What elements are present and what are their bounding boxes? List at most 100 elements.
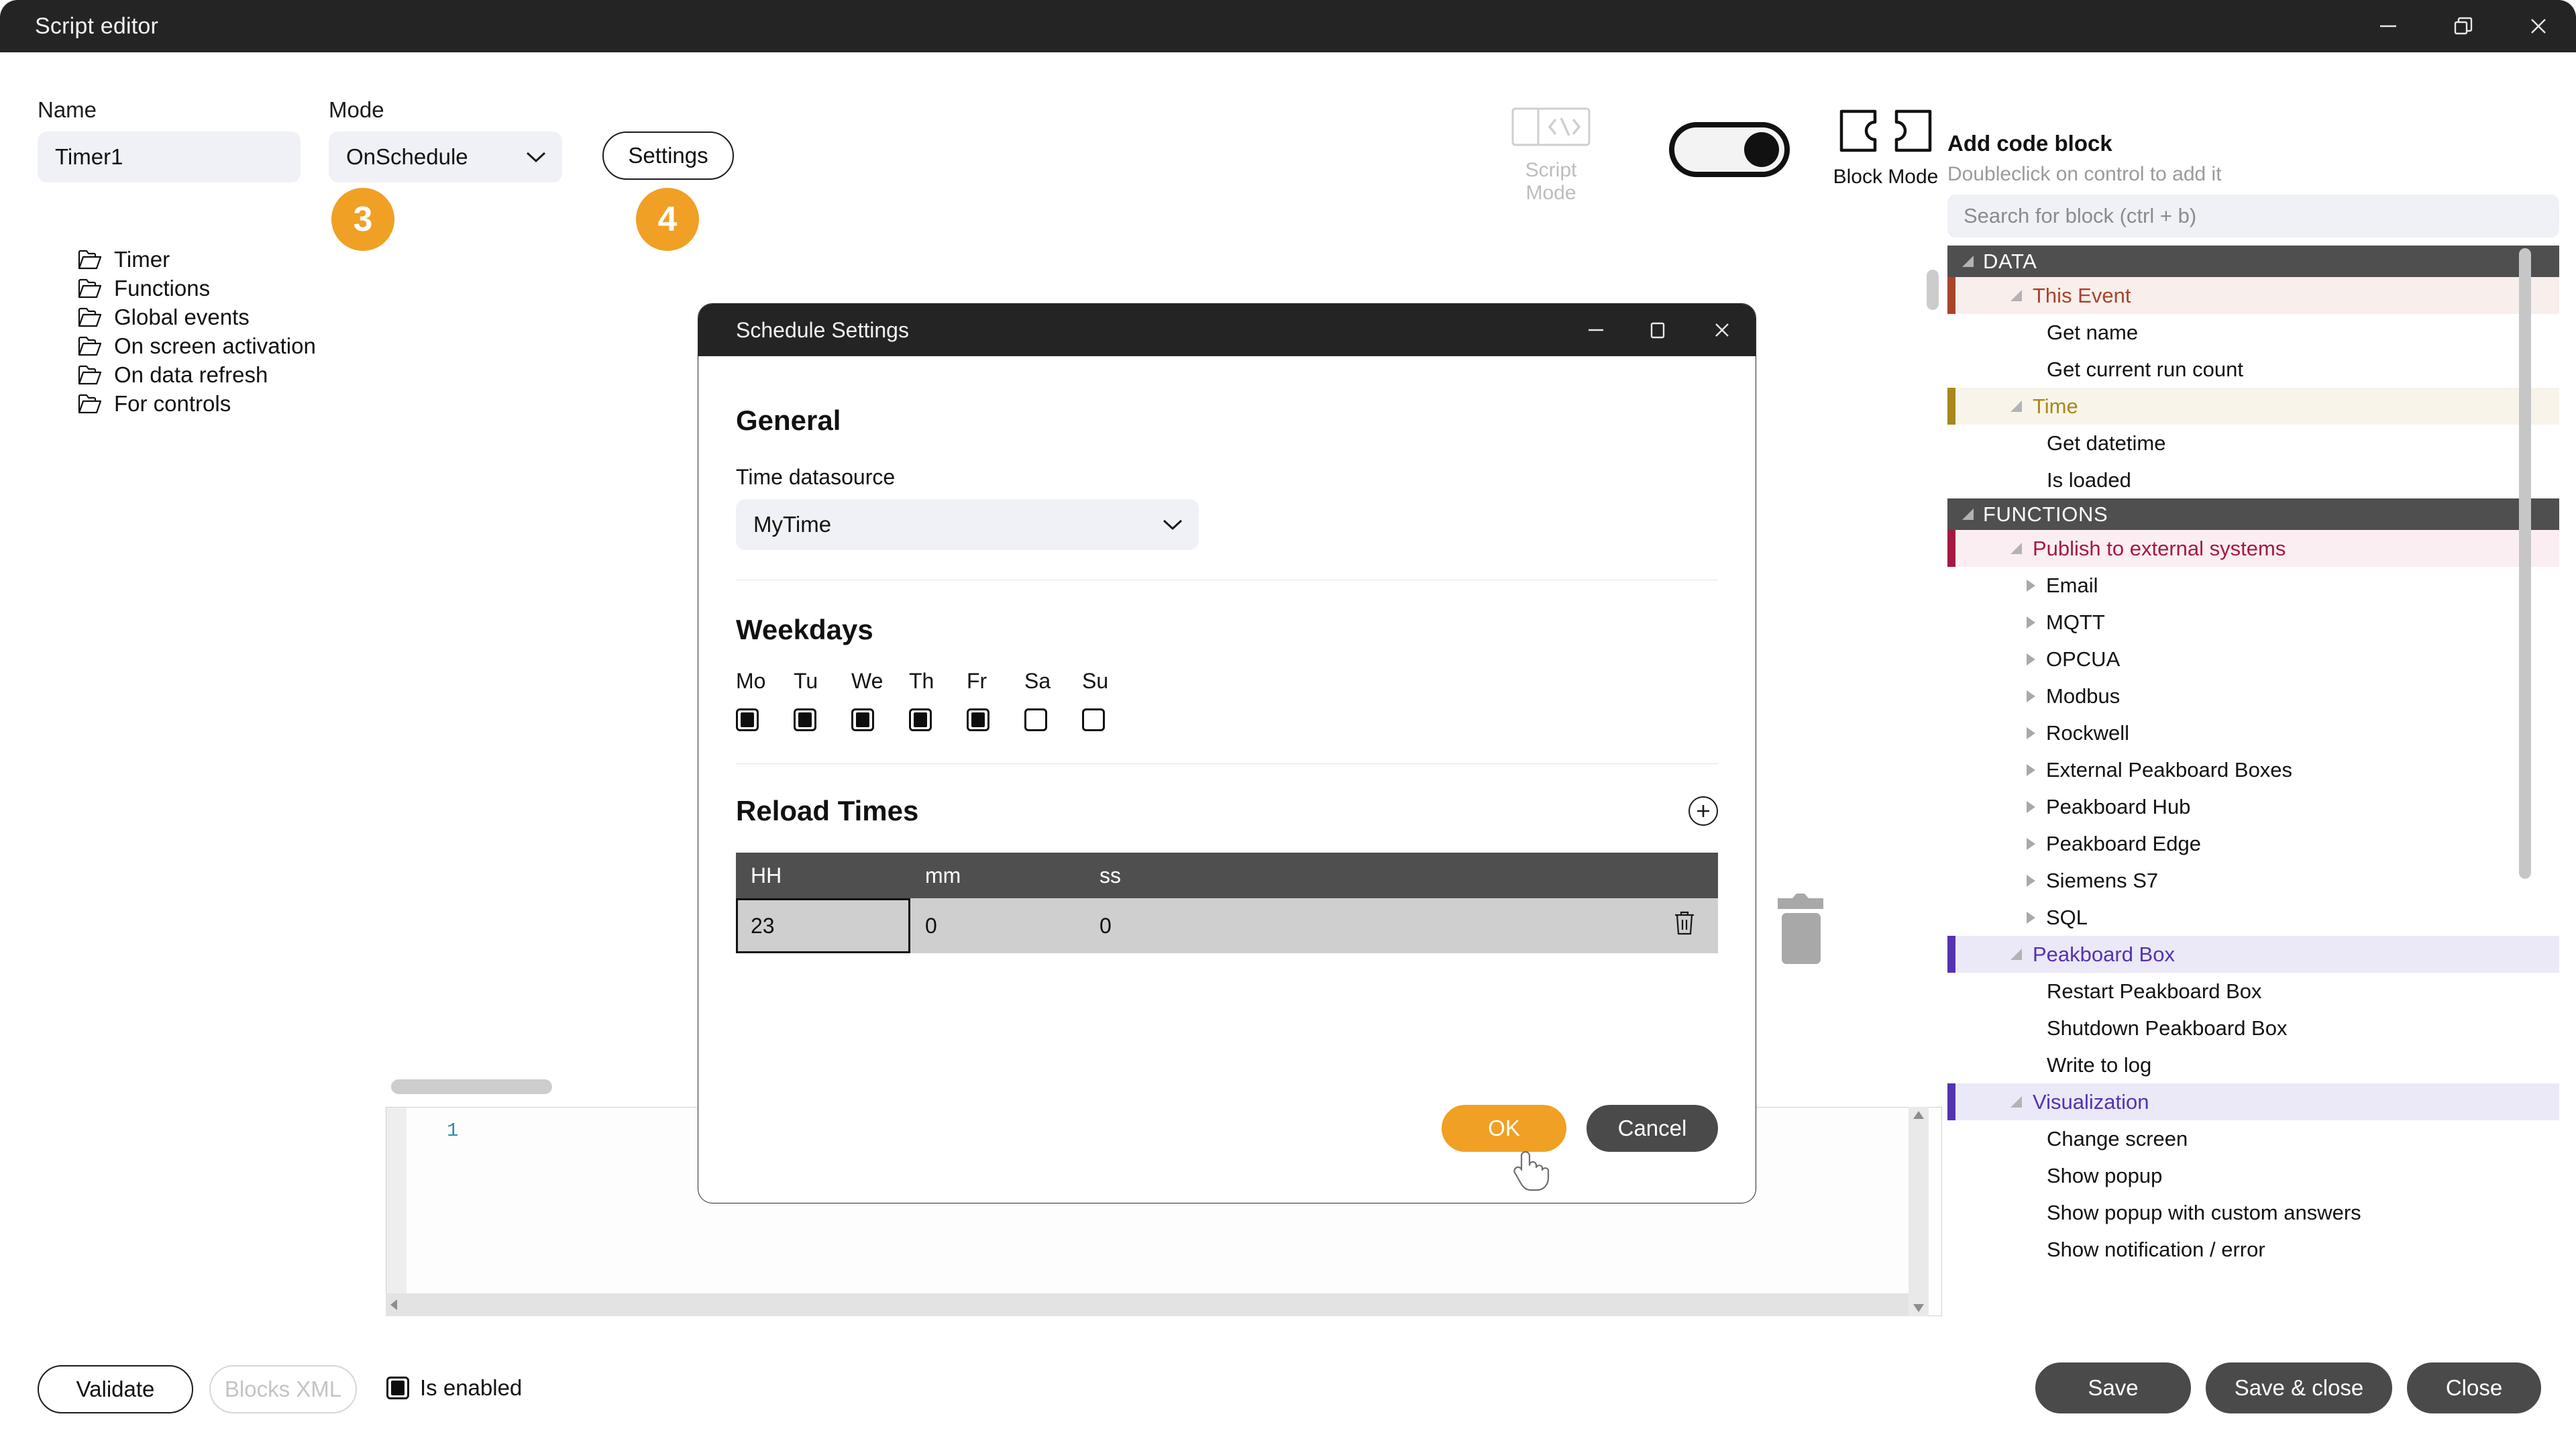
delete-block-dropzone-icon[interactable] [1767, 889, 1834, 970]
caret-right-icon [2027, 763, 2035, 776]
blocks-tree-item[interactable]: Peakboard Edge [1947, 825, 2559, 862]
editor-hscrollbar[interactable] [386, 1293, 1929, 1316]
weekday-cell: We [851, 669, 909, 731]
blocks-tree-item[interactable]: Show popup with custom answers [1947, 1194, 2559, 1231]
blocks-tree-item[interactable]: Is loaded [1947, 462, 2559, 498]
blocks-tree-item[interactable]: Show notification / error [1947, 1231, 2559, 1268]
canvas-hscroll-thumb[interactable] [391, 1079, 552, 1094]
caret-right-icon [2027, 653, 2035, 665]
blocks-tree-item[interactable]: OPCUA [1947, 641, 2559, 678]
add-code-block-subtitle: Doubleclick on control to add it [1947, 163, 2222, 185]
blocks-group-header[interactable]: Peakboard Box [1947, 936, 2559, 973]
dialog-minimize-icon[interactable] [1565, 304, 1627, 356]
blocks-tree-item[interactable]: Get current run count [1947, 351, 2559, 388]
folder-item[interactable]: Timer [78, 247, 170, 272]
blocks-tree-item[interactable]: Change screen [1947, 1120, 2559, 1157]
blocks-tree-item[interactable]: MQTT [1947, 604, 2559, 641]
cancel-button[interactable]: Cancel [1587, 1105, 1718, 1152]
folder-item[interactable]: Functions [78, 276, 210, 301]
editor-vscrollbar[interactable] [1909, 1107, 1929, 1316]
name-input[interactable]: Timer1 [38, 131, 301, 182]
blocks-tree-item[interactable]: Modbus [1947, 678, 2559, 714]
blocks-tree-item[interactable]: Restart Peakboard Box [1947, 973, 2559, 1010]
dialog-body: General Time datasource MyTime Weekdays … [698, 405, 1756, 1152]
weekday-checkbox[interactable] [967, 708, 989, 731]
blocks-tree-item[interactable]: Show popup [1947, 1157, 2559, 1194]
blocks-tree-item-label: Peakboard Hub [2046, 794, 2191, 818]
blocks-tree-item[interactable]: External Peakboard Boxes [1947, 751, 2559, 788]
script-mode-label: Script Mode [1525, 159, 1577, 204]
folder-item[interactable]: Global events [78, 305, 250, 330]
folder-item[interactable]: On screen activation [78, 333, 316, 359]
table-cell-mm[interactable]: 0 [910, 898, 1085, 953]
table-column-header: mm [910, 853, 1085, 898]
minimize-icon[interactable] [2351, 0, 2426, 52]
blocks-category-header[interactable]: FUNCTIONS [1947, 498, 2559, 530]
blocks-tree-item[interactable]: Write to log [1947, 1046, 2559, 1083]
group-color-bar [1947, 936, 1955, 973]
trash-icon [1675, 911, 1694, 935]
search-block-input[interactable]: Search for block (ctrl + b) [1947, 195, 2559, 237]
add-reload-time-icon[interactable] [1688, 796, 1718, 826]
blocks-tree-item[interactable]: SQL [1947, 899, 2559, 936]
blocks-tree-item[interactable]: Rockwell [1947, 714, 2559, 751]
caret-down-icon [2010, 1096, 2022, 1108]
folder-item[interactable]: On data refresh [78, 362, 268, 388]
folder-icon [78, 307, 102, 327]
blocks-group-header[interactable]: Time [1947, 388, 2559, 425]
blocks-group-label: Visualization [2033, 1089, 2149, 1114]
blocks-tree-item[interactable]: Get name [1947, 314, 2559, 351]
table-column-header-actions [1658, 853, 1718, 898]
script-mode-option[interactable]: Script Mode [1511, 107, 1591, 204]
save-button[interactable]: Save [2035, 1362, 2191, 1413]
weekday-checkbox[interactable] [736, 708, 759, 731]
blocks-category-header[interactable]: DATA [1947, 246, 2559, 277]
blocks-group-header[interactable]: Visualization [1947, 1083, 2559, 1120]
weekday-cell: Tu [794, 669, 851, 731]
blocks-group-header[interactable]: Publish to external systems [1947, 530, 2559, 567]
mode-select[interactable]: OnSchedule [329, 131, 562, 182]
settings-button[interactable]: Settings [602, 131, 734, 180]
is-enabled-checkbox-row[interactable]: Is enabled [386, 1375, 522, 1401]
blocks-tree-item-label: OPCUA [2046, 647, 2121, 671]
table-header-row: HH mm ss [736, 853, 1718, 898]
blocks-tree-item[interactable]: Email [1947, 567, 2559, 604]
weekdays-row: Mo Tu We Th Fr Sa Su [736, 669, 1718, 731]
weekday-checkbox[interactable] [1024, 708, 1047, 731]
ok-button[interactable]: OK [1442, 1105, 1566, 1152]
block-mode-label: Block Mode [1833, 166, 1939, 188]
time-datasource-select[interactable]: MyTime [736, 499, 1199, 550]
blocks-tree-item[interactable]: Get datetime [1947, 425, 2559, 462]
block-mode-option[interactable]: Block Mode [1829, 107, 1943, 189]
caret-down-icon [1962, 508, 1974, 520]
close-icon[interactable] [2501, 0, 2576, 52]
left-scrollbar[interactable] [1927, 270, 1939, 310]
blocks-group-header[interactable]: This Event [1947, 277, 2559, 314]
weekday-checkbox[interactable] [851, 708, 874, 731]
editor-scroll-left-icon[interactable] [386, 1298, 402, 1311]
save-and-close-button[interactable]: Save & close [2206, 1362, 2392, 1413]
folder-icon [78, 394, 102, 414]
dialog-close-icon[interactable] [1688, 304, 1756, 356]
folder-item[interactable]: For controls [78, 391, 231, 417]
blocks-tree-item[interactable]: Shutdown Peakboard Box [1947, 1010, 2559, 1046]
mode-select-value: OnSchedule [346, 144, 468, 169]
blocks-tree-item[interactable]: Peakboard Hub [1947, 788, 2559, 825]
table-cell-HH[interactable]: 23 [736, 898, 910, 953]
is-enabled-checkbox[interactable] [386, 1377, 409, 1399]
weekday-checkbox[interactable] [1082, 708, 1105, 731]
table-cell-ss[interactable]: 0 [1085, 898, 1658, 953]
weekday-checkbox[interactable] [909, 708, 932, 731]
dialog-maximize-icon[interactable] [1627, 304, 1688, 356]
weekday-checkbox[interactable] [794, 708, 816, 731]
blocks-tree-scrollbar[interactable] [2519, 248, 2531, 879]
delete-row-button[interactable] [1658, 898, 1718, 953]
validate-button[interactable]: Validate [38, 1365, 193, 1413]
table-row[interactable]: 23 0 0 [736, 898, 1718, 953]
close-button[interactable]: Close [2407, 1362, 2541, 1413]
blocks-tree-item[interactable]: Siemens S7 [1947, 862, 2559, 899]
restore-icon[interactable] [2426, 0, 2501, 52]
blocks-xml-button[interactable]: Blocks XML [209, 1365, 357, 1413]
mode-toggle[interactable] [1669, 122, 1790, 177]
name-label: Name [38, 97, 97, 122]
